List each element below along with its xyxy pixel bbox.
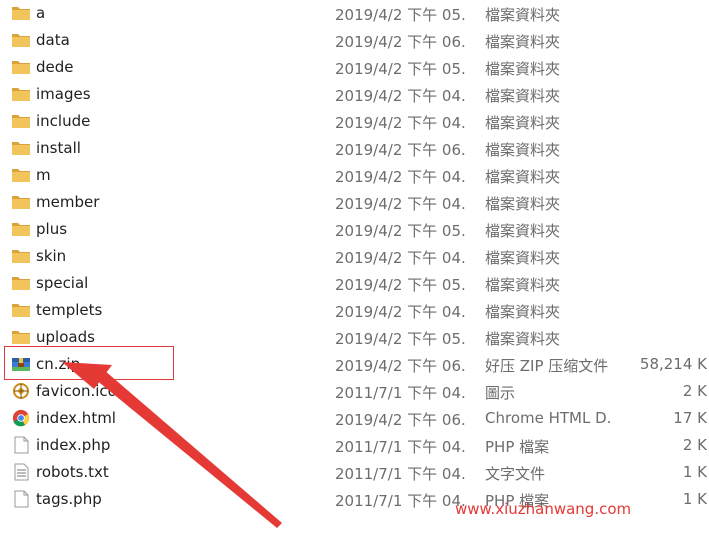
- watermark: www.xiuzhanwang.com: [455, 500, 632, 518]
- annotation-arrow: [62, 362, 282, 528]
